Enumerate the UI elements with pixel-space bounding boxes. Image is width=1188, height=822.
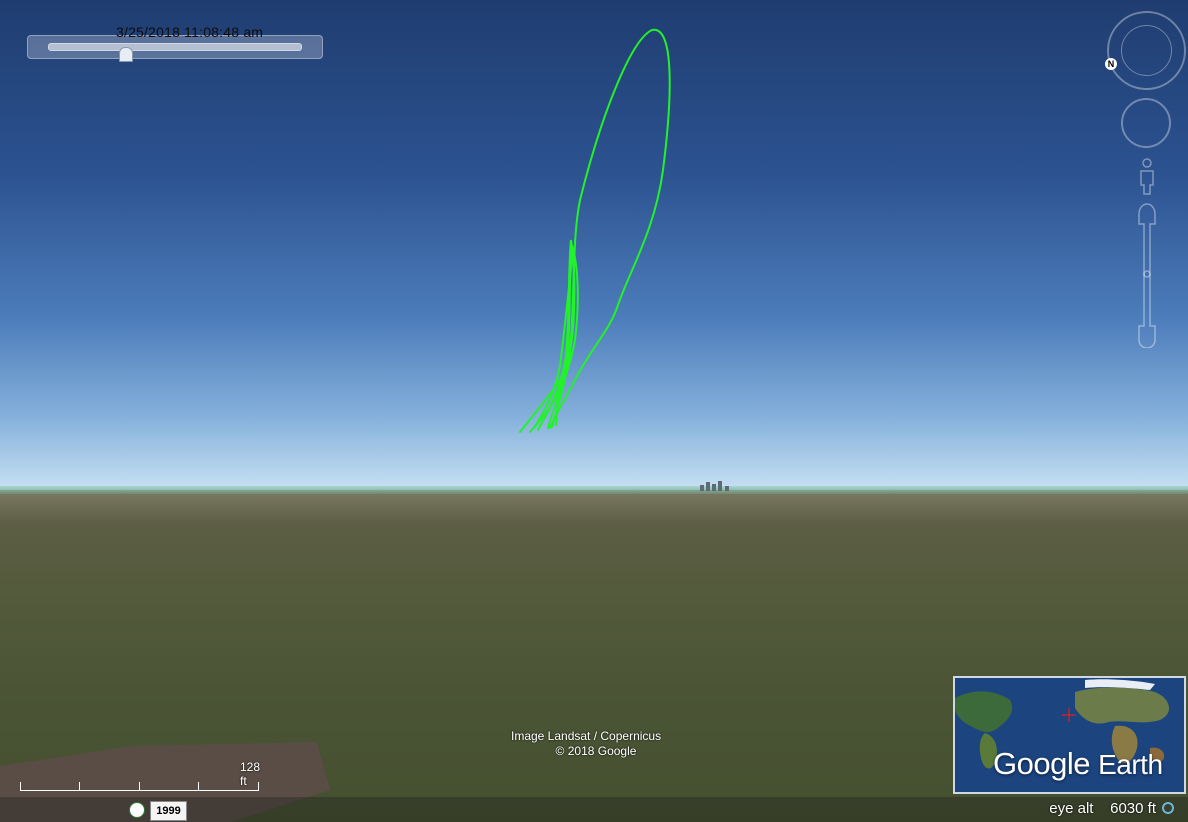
- eye-alt-label: eye alt: [1049, 800, 1094, 817]
- earth-3d-viewport[interactable]: 3/25/2018 11:08:48 am N Image Landsat / …: [0, 0, 1188, 822]
- overview-map[interactable]: Google Earth: [953, 676, 1186, 794]
- attribution-imagery: Image Landsat / Copernicus: [511, 729, 662, 743]
- scale-tick: [198, 782, 199, 791]
- look-joystick-icon[interactable]: [1121, 98, 1171, 148]
- google-earth-logo: Google Earth: [993, 746, 1163, 781]
- time-label: 3/25/2018 11:08:48 am: [116, 24, 264, 40]
- zoom-slider-icon[interactable]: [1136, 202, 1158, 348]
- scale-tick: [20, 782, 21, 791]
- imagery-year-badge[interactable]: 1999: [150, 801, 187, 821]
- scale-tick: [258, 782, 259, 791]
- north-icon[interactable]: N: [1105, 58, 1117, 70]
- eye-altitude-readout: eye alt 6030 ft: [1049, 800, 1156, 817]
- scale-tick: [139, 782, 140, 791]
- gps-track-path: [519, 28, 671, 433]
- eye-alt-value: 6030 ft: [1110, 800, 1156, 817]
- historical-imagery-icon[interactable]: [129, 802, 145, 818]
- attribution-copyright: © 2018 Google: [555, 744, 637, 758]
- time-slider-handle[interactable]: [119, 47, 133, 62]
- streaming-indicator-icon: [1162, 802, 1174, 814]
- compass-inner-ring[interactable]: [1121, 25, 1172, 76]
- imagery-attribution: Image Landsat / Copernicus © 2018 Google: [511, 729, 681, 759]
- pegman-icon[interactable]: [1136, 157, 1158, 195]
- scale-tick: [79, 782, 80, 791]
- scale-bar: 128 ft: [18, 758, 262, 798]
- time-slider-track[interactable]: [48, 43, 302, 62]
